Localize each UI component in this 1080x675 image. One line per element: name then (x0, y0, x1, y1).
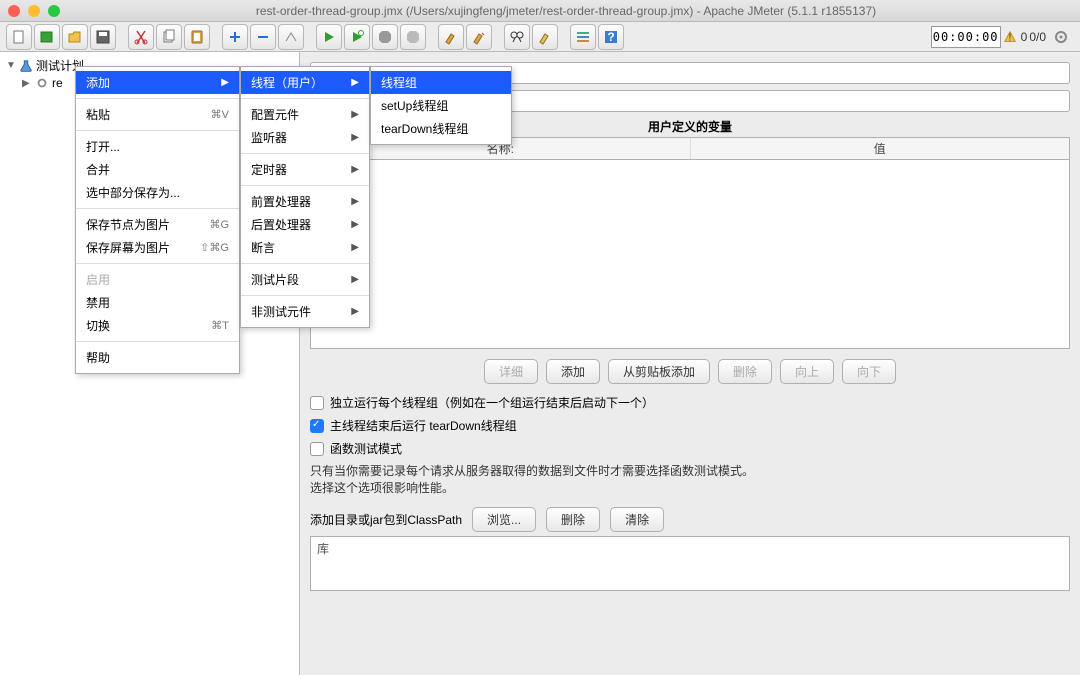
checkbox-unchecked-icon[interactable] (310, 442, 324, 456)
gear-icon[interactable] (1048, 24, 1074, 50)
checkbox-unchecked-icon[interactable] (310, 396, 324, 410)
col-value-header: 值 (691, 138, 1070, 159)
detail-button[interactable]: 详细 (484, 359, 538, 384)
add-var-button[interactable]: 添加 (546, 359, 600, 384)
delete-cp-button[interactable]: 删除 (546, 507, 600, 532)
save-button[interactable] (90, 24, 116, 50)
warning-icon: ! (1003, 30, 1017, 44)
right-panel: 用户定义的变量 名称: 值 详细 添加 从剪贴板添加 删除 向上 向下 独立运行… (300, 52, 1080, 675)
menu-open[interactable]: 打开... (76, 135, 239, 158)
item-setup-thread-group[interactable]: setUp线程组 (371, 94, 511, 117)
classpath-label: 添加目录或jar包到ClassPath (310, 511, 462, 528)
classpath-list[interactable]: 库 (310, 536, 1070, 591)
window-titlebar: rest-order-thread-group.jmx (/Users/xuji… (0, 0, 1080, 22)
menu-help[interactable]: 帮助 (76, 346, 239, 369)
func-note: 只有当你需要记录每个请求从服务器取得的数据到文件时才需要选择函数测试模式。 选择… (310, 463, 1070, 497)
independent-check-row[interactable]: 独立运行每个线程组（例如在一个组运行结束后启动下一个） (310, 394, 1070, 411)
clear-button[interactable] (438, 24, 464, 50)
clear-cp-button[interactable]: 清除 (610, 507, 664, 532)
expand-button[interactable] (222, 24, 248, 50)
main-toolbar: ? 00:00:00 ! 0 0/0 (0, 22, 1080, 52)
menu-save-screen-img[interactable]: 保存屏幕为图片⇧⌘G (76, 236, 239, 259)
submenu-timer[interactable]: 定时器▶ (241, 158, 369, 181)
svg-text:!: ! (1008, 31, 1011, 43)
shutdown-button[interactable] (400, 24, 426, 50)
help-button[interactable]: ? (598, 24, 624, 50)
submenu-post[interactable]: 后置处理器▶ (241, 213, 369, 236)
flask-icon (19, 59, 33, 73)
submenu-config[interactable]: 配置元件▶ (241, 103, 369, 126)
checkbox-checked-icon[interactable] (310, 419, 324, 433)
cut-button[interactable] (128, 24, 154, 50)
start-no-timers-button[interactable] (344, 24, 370, 50)
start-button[interactable] (316, 24, 342, 50)
warning-count: 0 (1021, 30, 1028, 44)
submenu-nontest[interactable]: 非测试元件▶ (241, 300, 369, 323)
context-menu[interactable]: 添加▶ 粘贴⌘V 打开... 合并 选中部分保存为... 保存节点为图片⌘G 保… (75, 66, 240, 374)
up-button[interactable]: 向上 (780, 359, 834, 384)
vars-table[interactable] (310, 159, 1070, 349)
independent-label: 独立运行每个线程组（例如在一个组运行结束后启动下一个） (330, 394, 654, 411)
item-teardown-thread-group[interactable]: tearDown线程组 (371, 117, 511, 140)
menu-merge[interactable]: 合并 (76, 158, 239, 181)
new-button[interactable] (6, 24, 32, 50)
search-button[interactable] (504, 24, 530, 50)
menu-save-selection[interactable]: 选中部分保存为... (76, 181, 239, 204)
menu-enable: 启用 (76, 268, 239, 291)
warning-counter[interactable]: ! 0 (1003, 30, 1028, 44)
down-button[interactable]: 向下 (842, 359, 896, 384)
func-check-row[interactable]: 函数测试模式 (310, 440, 1070, 457)
reset-search-button[interactable] (532, 24, 558, 50)
submenu-listener[interactable]: 监听器▶ (241, 126, 369, 149)
menu-disable[interactable]: 禁用 (76, 291, 239, 314)
tree-child-label: re (52, 76, 63, 90)
paste-button[interactable] (184, 24, 210, 50)
menu-add[interactable]: 添加▶ (76, 71, 239, 94)
submenu-assert[interactable]: 断言▶ (241, 236, 369, 259)
submenu-threads[interactable]: 线程（用户）▶ (241, 71, 369, 94)
item-thread-group[interactable]: 线程组 (371, 71, 511, 94)
minimize-icon[interactable] (28, 5, 40, 17)
maximize-icon[interactable] (48, 5, 60, 17)
toggle-button[interactable] (278, 24, 304, 50)
menu-save-node-img[interactable]: 保存节点为图片⌘G (76, 213, 239, 236)
svg-text:?: ? (607, 30, 614, 44)
menu-toggle[interactable]: 切换⌘T (76, 314, 239, 337)
window-title: rest-order-thread-group.jmx (/Users/xuji… (60, 4, 1072, 18)
open-button[interactable] (62, 24, 88, 50)
traffic-lights (8, 5, 60, 17)
clear-all-button[interactable] (466, 24, 492, 50)
add-from-clipboard-button[interactable]: 从剪贴板添加 (608, 359, 710, 384)
copy-button[interactable] (156, 24, 182, 50)
submenu-threads-list[interactable]: 线程组 setUp线程组 tearDown线程组 (370, 66, 512, 145)
function-helper-button[interactable] (570, 24, 596, 50)
gear-small-icon (35, 76, 49, 90)
browse-button[interactable]: 浏览... (472, 507, 536, 532)
submenu-pre[interactable]: 前置处理器▶ (241, 190, 369, 213)
submenu-add[interactable]: 线程（用户）▶ 配置元件▶ 监听器▶ 定时器▶ 前置处理器▶ 后置处理器▶ 断言… (240, 66, 370, 328)
stop-button[interactable] (372, 24, 398, 50)
threads-counter: 0/0 (1029, 30, 1046, 44)
teardown-check-row[interactable]: 主线程结束后运行 tearDown线程组 (310, 417, 1070, 434)
teardown-label: 主线程结束后运行 tearDown线程组 (330, 417, 517, 434)
collapse-button[interactable] (250, 24, 276, 50)
close-icon[interactable] (8, 5, 20, 17)
elapsed-timer: 00:00:00 (931, 26, 1001, 48)
func-label: 函数测试模式 (330, 440, 402, 457)
tree-expand-icon[interactable]: ▶ (22, 78, 32, 89)
submenu-frag[interactable]: 测试片段▶ (241, 268, 369, 291)
tree-expand-icon[interactable]: ▼ (6, 60, 16, 71)
templates-button[interactable] (34, 24, 60, 50)
delete-button[interactable]: 删除 (718, 359, 772, 384)
menu-paste[interactable]: 粘贴⌘V (76, 103, 239, 126)
